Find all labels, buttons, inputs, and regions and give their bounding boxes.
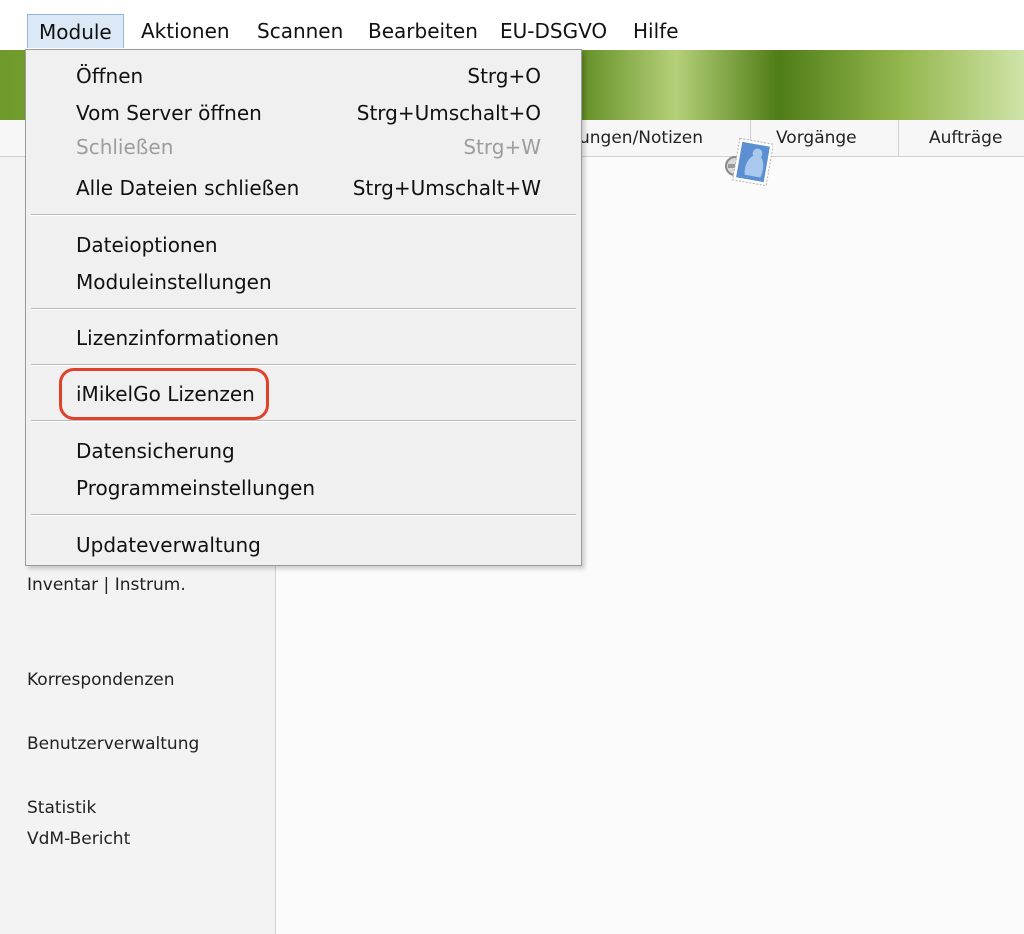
menu-item-shortcut: Strg+O	[467, 64, 541, 88]
menu-item-updateverwaltung[interactable]: Updateverwaltung	[26, 528, 581, 562]
menu-item-programmeinstellungen[interactable]: Programmeinstellungen	[26, 471, 581, 505]
menu-item-lizenzinformationen[interactable]: Lizenzinformationen	[26, 321, 581, 355]
menu-item-label: Programmeinstellungen	[76, 476, 316, 500]
menu-item-shortcut: Strg+Umschalt+W	[352, 176, 541, 200]
menu-separator	[31, 420, 576, 422]
nav-korrespondenzen[interactable]: Korrespondenzen	[27, 670, 174, 690]
menu-scannen[interactable]: Scannen	[257, 14, 343, 48]
nav-inventar[interactable]: Inventar | Instrum.	[27, 575, 186, 595]
highlight-annotation	[59, 368, 269, 420]
menu-item-label: Alle Dateien schließen	[76, 176, 300, 200]
menu-bar: Module Aktionen Scannen Bearbeiten EU-DS…	[0, 0, 1024, 50]
module-dropdown-menu: Öffnen Strg+O Vom Server öffnen Strg+Ums…	[25, 49, 582, 566]
menu-eu-dsgvo[interactable]: EU-DSGVO	[500, 14, 607, 48]
menu-aktionen[interactable]: Aktionen	[141, 14, 230, 48]
menu-item-label: Öffnen	[76, 64, 144, 88]
menu-item-label: Updateverwaltung	[76, 533, 261, 557]
postage-stamp-icon	[725, 137, 773, 187]
menu-separator	[31, 514, 576, 516]
menu-item-schliessen: Schließen Strg+W	[26, 130, 581, 164]
menu-separator	[31, 214, 576, 216]
menu-module[interactable]: Module	[27, 14, 124, 48]
menu-item-label: Datensicherung	[76, 439, 235, 463]
menu-hilfe[interactable]: Hilfe	[633, 14, 679, 48]
menu-bearbeiten[interactable]: Bearbeiten	[368, 14, 478, 48]
menu-item-oeffnen[interactable]: Öffnen Strg+O	[26, 59, 581, 93]
menu-item-shortcut: Strg+Umschalt+O	[356, 101, 541, 125]
menu-item-shortcut: Strg+W	[463, 135, 541, 159]
nav-vdm-bericht[interactable]: VdM-Bericht	[27, 829, 130, 849]
tab-notizen[interactable]: ungen/Notizen	[560, 120, 750, 156]
menu-separator	[31, 364, 576, 366]
menu-item-datensicherung[interactable]: Datensicherung	[26, 434, 581, 468]
nav-benutzerverwaltung[interactable]: Benutzerverwaltung	[27, 734, 199, 754]
nav-statistik[interactable]: Statistik	[27, 798, 96, 818]
menu-item-label: Vom Server öffnen	[76, 101, 262, 125]
menu-item-label: Moduleinstellungen	[76, 270, 272, 294]
menu-item-moduleinstellungen[interactable]: Moduleinstellungen	[26, 265, 581, 299]
menu-item-label: Lizenzinformationen	[76, 326, 280, 350]
menu-item-alle-dateien-schliessen[interactable]: Alle Dateien schließen Strg+Umschalt+W	[26, 171, 581, 205]
menu-separator	[31, 308, 576, 310]
menu-item-dateioptionen[interactable]: Dateioptionen	[26, 228, 581, 262]
tab-auftraege[interactable]: Aufträge	[898, 120, 1024, 156]
menu-item-label: Schließen	[76, 135, 174, 159]
menu-item-label: Dateioptionen	[76, 233, 218, 257]
menu-item-vom-server-oeffnen[interactable]: Vom Server öffnen Strg+Umschalt+O	[26, 96, 581, 130]
